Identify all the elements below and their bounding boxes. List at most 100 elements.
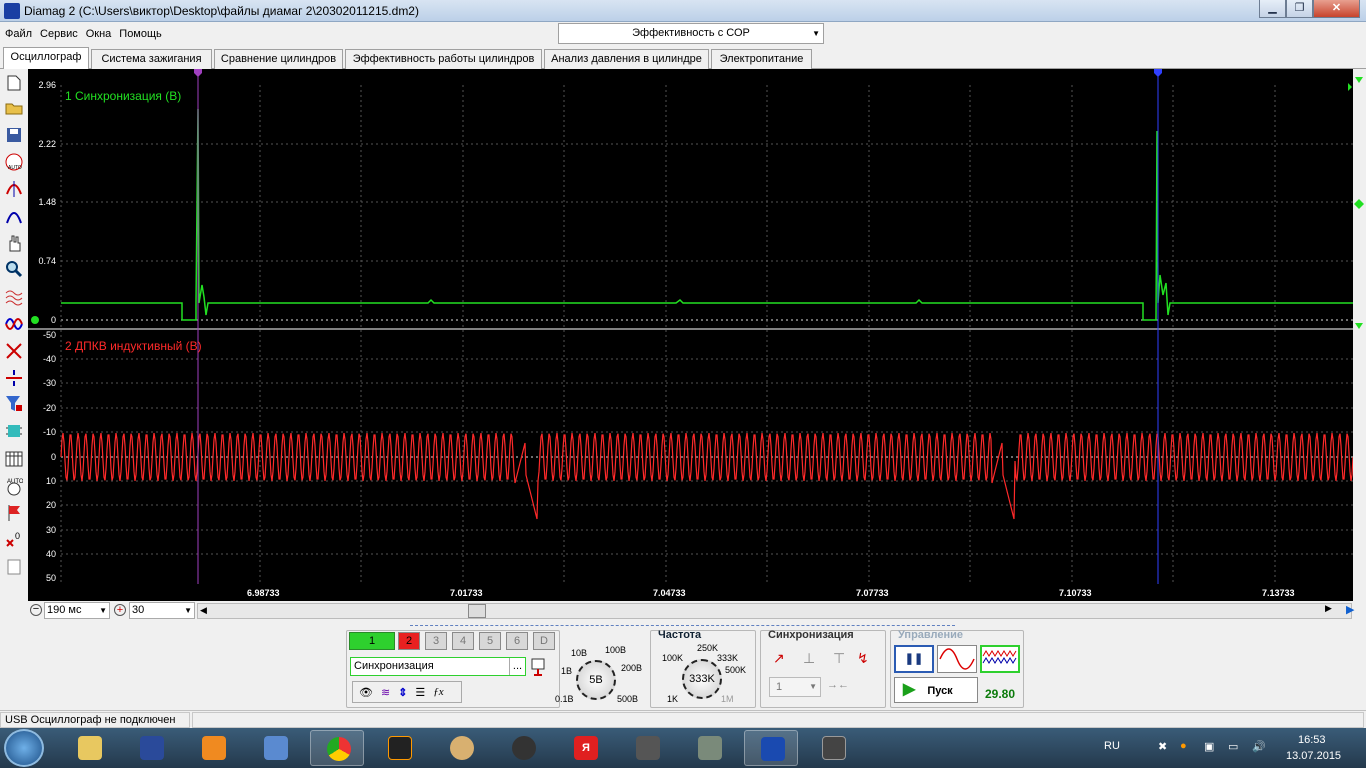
clock-date[interactable]: 13.07.2015 xyxy=(1286,750,1341,762)
chevron-down-icon: ▼ xyxy=(809,682,817,691)
vertical-scale-icon[interactable] xyxy=(4,179,24,199)
sync-channel-select[interactable]: 1 ▼ xyxy=(769,677,821,697)
language-indicator[interactable]: RU xyxy=(1104,740,1120,752)
sensor-select[interactable]: Синхронизация... xyxy=(350,657,526,676)
marker-zero-icon[interactable]: 0 xyxy=(4,529,24,549)
tray-display-icon[interactable]: ▭ xyxy=(1228,740,1238,753)
channel-d-button[interactable]: D xyxy=(533,632,555,650)
eye-icon[interactable]: 👁 xyxy=(359,686,373,699)
windows-start-icon[interactable] xyxy=(4,729,44,767)
waves-icon[interactable] xyxy=(4,287,24,307)
taskbar-sd[interactable] xyxy=(496,730,550,766)
channel-3-button[interactable]: 3 xyxy=(425,632,447,650)
maximize-button[interactable]: ❐ xyxy=(1286,0,1313,18)
taskbar-oscillo[interactable] xyxy=(372,730,426,766)
lines-icon[interactable]: ☰ xyxy=(415,686,425,699)
frequency-knob[interactable]: 333K xyxy=(682,659,722,699)
taskbar-explorer[interactable] xyxy=(62,730,116,766)
taskbar-paint[interactable] xyxy=(434,730,488,766)
invert-icon[interactable]: ⇕ xyxy=(398,686,407,699)
voltage-label: 100В xyxy=(605,645,627,655)
hand-icon[interactable] xyxy=(4,233,24,253)
filter-icon[interactable] xyxy=(4,394,24,414)
tray-volume-icon[interactable]: 🔊 xyxy=(1252,740,1266,753)
flag-icon[interactable] xyxy=(4,503,24,523)
channel-4-button[interactable]: 4 xyxy=(452,632,474,650)
taskbar-chip[interactable] xyxy=(620,730,674,766)
preset-select[interactable]: Эффективность с СОР ▼ xyxy=(558,23,824,44)
zoom-select[interactable]: 30 ▼ xyxy=(129,602,195,619)
tab-oscilloscope[interactable]: Осциллограф xyxy=(3,47,89,69)
freq-label: 1K xyxy=(667,694,679,704)
start-button[interactable]: ▶ Пуск xyxy=(894,677,978,703)
taskbar-chrome[interactable] xyxy=(310,730,364,766)
channel-2-button[interactable]: 2 xyxy=(398,632,420,650)
taskbar-diamag[interactable] xyxy=(744,730,798,766)
horizontal-scrollbar[interactable]: ◀ xyxy=(197,603,1352,619)
timebase-select[interactable]: 190 мс ▼ xyxy=(44,602,110,619)
scroll-left-icon[interactable]: ◀ xyxy=(200,605,207,616)
zoom-in-icon[interactable]: + xyxy=(114,604,126,616)
open-folder-icon[interactable] xyxy=(4,98,24,118)
y-tick-ch2: 20 xyxy=(45,500,56,510)
tab-cylinder-compare[interactable]: Сравнение цилиндров xyxy=(214,49,343,69)
auto-scale-icon[interactable]: AUTO xyxy=(4,152,24,172)
tab-power[interactable]: Электропитание xyxy=(711,49,812,69)
steering-icon xyxy=(512,736,536,760)
channel-5-button[interactable]: 5 xyxy=(479,632,501,650)
taskbar-media[interactable] xyxy=(186,730,240,766)
taskbar-audio[interactable] xyxy=(248,730,302,766)
tray-app-icon[interactable]: ● xyxy=(1180,740,1187,752)
zoom-out-icon[interactable]: − xyxy=(30,604,42,616)
cross-icon[interactable] xyxy=(4,341,24,361)
wave-scale-icon[interactable] xyxy=(4,206,24,226)
menu-file[interactable]: Файл xyxy=(0,22,35,40)
taskbar-window[interactable] xyxy=(806,730,860,766)
wave-filter-icon[interactable]: ≋ xyxy=(381,686,390,699)
menu-service[interactable]: Сервис xyxy=(35,22,81,40)
function-icon[interactable]: ƒx xyxy=(433,686,443,698)
oscilloscope-display[interactable]: 2.96 2.22 1.48 0.74 0 -50 -40 -30 -20 -1… xyxy=(28,69,1353,601)
sync-arrows-icon[interactable]: →← xyxy=(827,679,849,691)
taskbar-yandex[interactable]: Я xyxy=(558,730,612,766)
sensor-browse-button[interactable]: ... xyxy=(509,658,525,675)
taskbar-save-app[interactable] xyxy=(124,730,178,766)
tab-pressure-analysis[interactable]: Анализ давления в цилиндре xyxy=(544,49,709,69)
single-wave-button[interactable] xyxy=(937,645,977,673)
minimize-button[interactable]: ▁ xyxy=(1259,0,1286,18)
tray-network-icon[interactable]: ▣ xyxy=(1204,740,1214,753)
scrollbar-thumb[interactable] xyxy=(468,604,486,618)
play-right-icon[interactable]: ▶ xyxy=(1346,603,1354,616)
scroll-right-icon[interactable]: ▶ xyxy=(1325,603,1332,614)
probe-icon[interactable] xyxy=(529,657,549,677)
channel-6-button[interactable]: 6 xyxy=(506,632,528,650)
channels-panel: 1 2 3 4 5 6 D Синхронизация... 👁 ≋ ⇕ ☰ ƒ… xyxy=(346,630,560,708)
continuous-wave-button[interactable] xyxy=(980,645,1020,673)
network-error-icon[interactable]: ✖ xyxy=(1158,740,1167,753)
voltage-knob[interactable]: 10В 100В 1В 200В 0.1В 500В 5В xyxy=(555,642,645,708)
rising-step-icon[interactable]: ⊥ xyxy=(803,650,815,667)
save-icon[interactable] xyxy=(4,125,24,145)
notes-icon[interactable] xyxy=(4,557,24,577)
close-button[interactable]: ✕ xyxy=(1313,0,1360,18)
rising-edge-icon[interactable]: ↗ xyxy=(773,650,785,667)
falling-step-icon[interactable]: ⊤ xyxy=(833,650,845,667)
split-icon[interactable] xyxy=(4,368,24,388)
tab-cylinder-efficiency[interactable]: Эффективность работы цилиндров xyxy=(345,49,542,69)
table-icon[interactable] xyxy=(4,449,24,469)
chip-icon[interactable] xyxy=(4,421,24,441)
zoom-icon[interactable] xyxy=(4,259,24,279)
auto-sync-icon[interactable]: ↯ xyxy=(857,650,869,667)
svg-text:0: 0 xyxy=(15,531,20,541)
menu-windows[interactable]: Окна xyxy=(81,22,115,40)
pause-button[interactable]: ❚❚ xyxy=(894,645,934,673)
channel2-label: 2 ДПКВ индуктивный (В) xyxy=(65,339,202,353)
tab-ignition[interactable]: Система зажигания xyxy=(91,49,212,69)
taskbar-module[interactable] xyxy=(682,730,736,766)
overlay-waves-icon[interactable] xyxy=(4,314,24,334)
channel-1-button[interactable]: 1 xyxy=(349,632,395,650)
auto-detect-icon[interactable]: AUTO xyxy=(4,476,24,496)
clock-time[interactable]: 16:53 xyxy=(1298,734,1326,746)
new-file-icon[interactable] xyxy=(4,73,24,93)
menu-help[interactable]: Помощь xyxy=(114,22,165,40)
